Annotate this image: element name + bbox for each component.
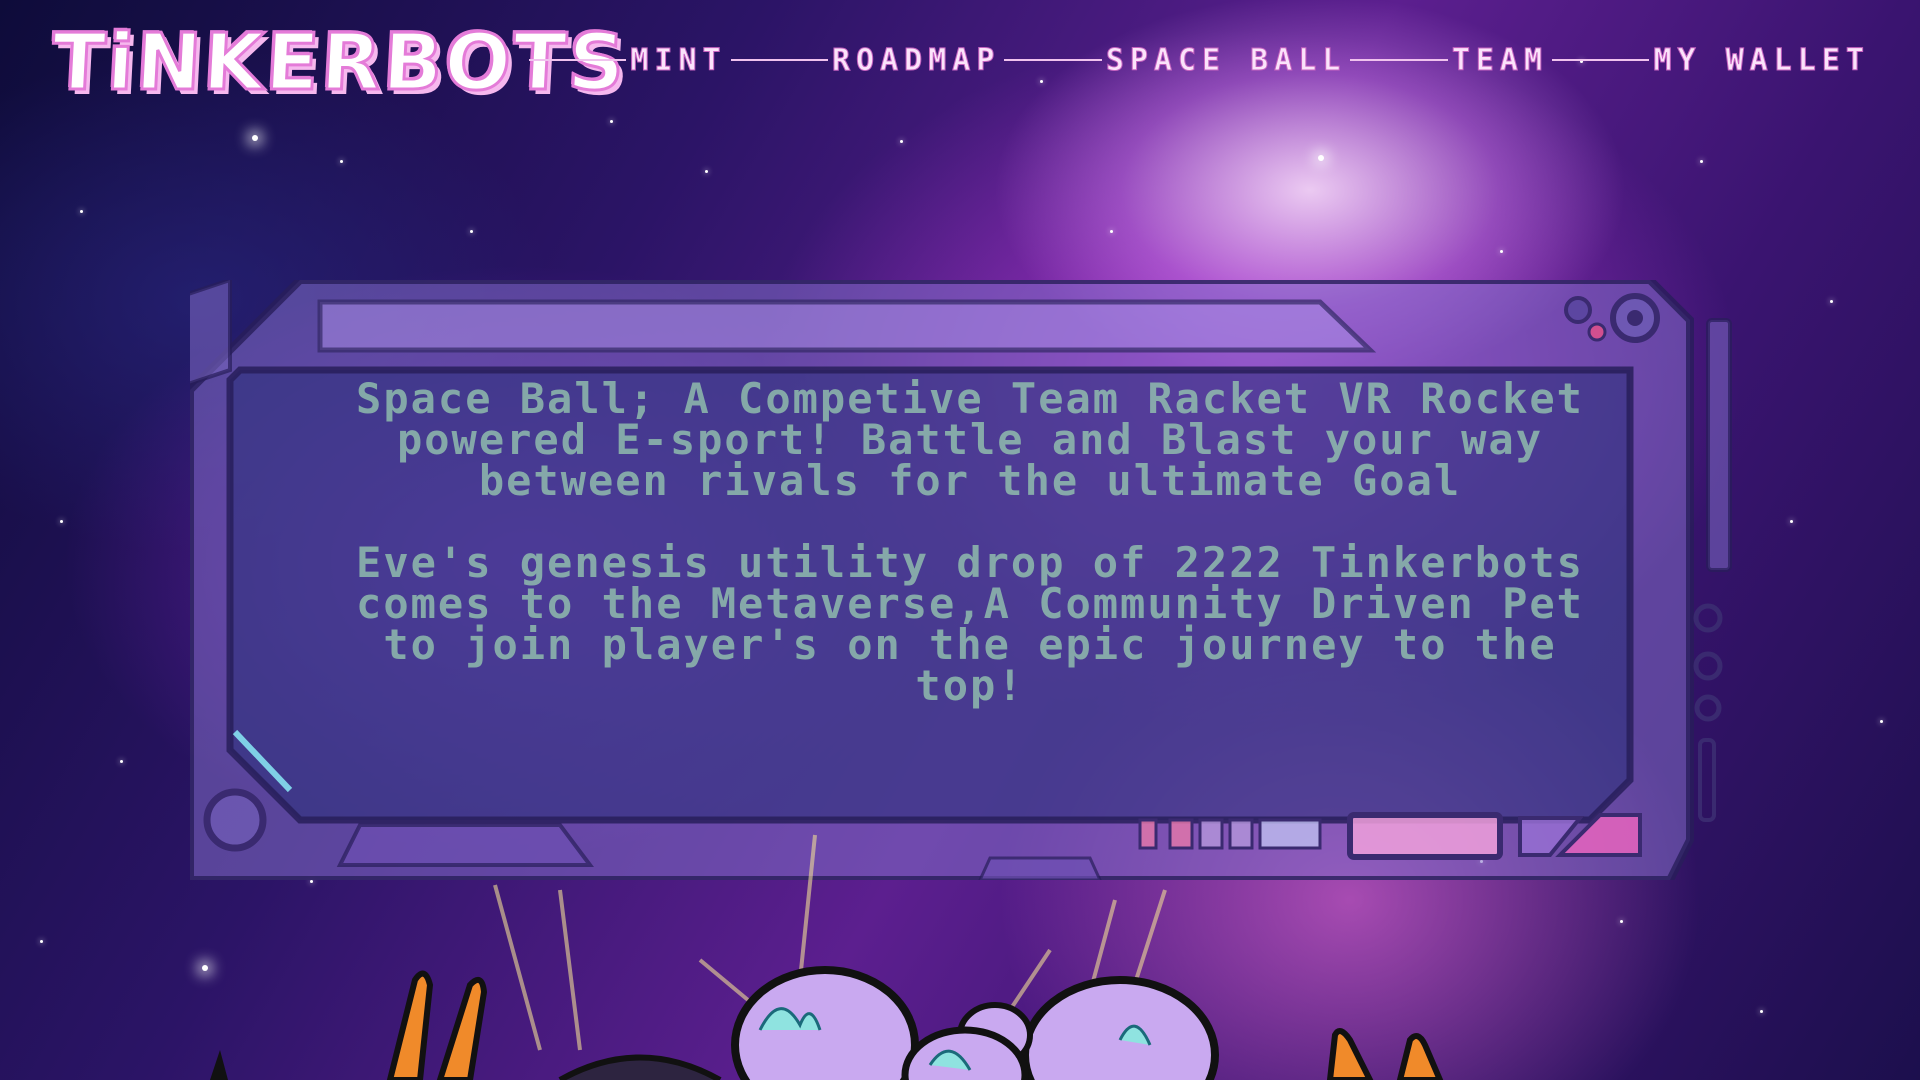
nav-mint[interactable]: MINT [630,42,726,78]
main-navigation: MINT ROADMAP SPACE BALL TEAM MY WALLET [525,40,1870,80]
nav-divider [529,59,627,61]
nav-space-ball[interactable]: SPACE BALL [1105,42,1347,78]
nav-divider [1350,59,1448,61]
nav-divider [730,59,828,61]
console-panel: Space Ball; A Competive Team Racket VR R… [190,280,1740,880]
description-paragraph-1: Space Ball; A Competive Team Racket VR R… [356,374,1584,505]
nav-my-wallet[interactable]: MY WALLET [1653,42,1870,78]
nav-team[interactable]: TEAM [1451,42,1548,78]
nav-divider [1004,59,1102,61]
description-paragraph-2: Eve's genesis utility drop of 2222 Tinke… [356,538,1584,710]
nav-roadmap[interactable]: ROADMAP [831,42,1000,78]
tinkerbot-artwork [210,834,1444,1080]
space-ball-description: Space Ball; A Competive Team Racket VR R… [340,374,1600,710]
nav-divider [1552,59,1650,61]
